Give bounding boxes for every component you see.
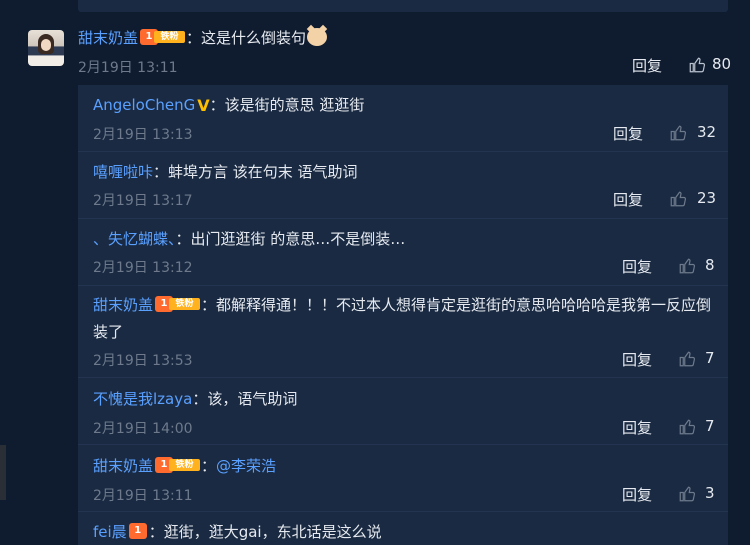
reply-time: 2月19日 13:13 [93, 127, 193, 143]
reply-username[interactable]: AngeloChenG [93, 96, 195, 114]
comment-line: 甜末奶盖 1 铁粉 ：这是什么倒装句 [78, 28, 328, 48]
reply-username[interactable]: 甜末奶盖 [93, 457, 153, 475]
like-count: 23 [697, 189, 717, 207]
reply-button[interactable]: 回复 [632, 55, 662, 76]
reply-line-continued: 装了 [93, 323, 124, 341]
like-count: 3 [705, 484, 715, 502]
like-count: 32 [697, 123, 717, 141]
reply-username[interactable]: 、失忆蝴蝶、 [93, 230, 176, 248]
reply-line: 甜末奶盖 1 铁粉 ：都解释得通！！！不过本人想得肯定是逛街的意思哈哈哈哈是我第一反应… [93, 296, 712, 314]
like-count: 7 [705, 417, 715, 435]
divider [78, 377, 728, 378]
cat-emoji-icon [307, 28, 328, 46]
left-edge-strip [0, 445, 6, 500]
reply-button[interactable]: 回复 [622, 256, 652, 277]
fan-badge[interactable]: 1 铁粉 [155, 296, 201, 312]
divider [78, 218, 728, 219]
reply-button[interactable]: 回复 [622, 349, 652, 370]
reply-time: 2月19日 13:53 [93, 353, 193, 369]
comment-text: ：这是什么倒装句 [186, 29, 307, 47]
verified-v-icon: V [197, 96, 210, 115]
previous-reply-box [78, 0, 728, 12]
like-icon[interactable] [678, 418, 696, 436]
reply-username[interactable]: 甜末奶盖 [93, 296, 153, 314]
comment-username[interactable]: 甜末奶盖 [78, 29, 138, 47]
divider [78, 151, 728, 152]
like-icon[interactable] [678, 485, 696, 503]
like-icon[interactable] [688, 56, 706, 74]
like-count: 8 [705, 256, 715, 274]
avatar[interactable] [28, 30, 64, 66]
reply-time: 2月19日 13:17 [93, 193, 193, 209]
reply-time: 2月19日 13:11 [93, 488, 193, 504]
mention-link[interactable]: @李荣浩 [216, 457, 276, 475]
reply-button[interactable]: 回复 [613, 189, 643, 210]
reply-username[interactable]: fei晨 [93, 523, 127, 541]
reply-username[interactable]: 不愧是我lzaya [93, 390, 192, 408]
reply-line: fei晨 1 ：逛街，逛大gai，东北话是这么说 [93, 523, 382, 541]
reply-button[interactable]: 回复 [622, 417, 652, 438]
reply-line: 、失忆蝴蝶、：出门逛逛街 的意思…不是倒装… [93, 230, 406, 248]
fan-badge[interactable]: 1 铁粉 [155, 457, 201, 473]
like-icon[interactable] [678, 350, 696, 368]
like-icon[interactable] [669, 124, 687, 142]
divider [78, 285, 728, 286]
reply-list: AngeloChenG V：该是街的意思 逛逛街 2月19日 13:13 回复 3… [78, 85, 728, 545]
divider [78, 444, 728, 445]
reply-button[interactable]: 回复 [622, 484, 652, 505]
reply-line: 甜末奶盖 1 铁粉 ：@李荣浩 [93, 457, 277, 475]
main-comment: 甜末奶盖 1 铁粉 ：这是什么倒装句 2月19日 13:11 回复 80 [0, 18, 750, 84]
like-icon[interactable] [669, 190, 687, 208]
like-count: 7 [705, 349, 715, 367]
reply-button[interactable]: 回复 [613, 123, 643, 144]
divider [78, 511, 728, 512]
reply-line: 嘻喱啦咔：蚌埠方言 该在句末 语气助词 [93, 163, 358, 181]
like-icon[interactable] [678, 257, 696, 275]
reply-line: AngeloChenG V：该是街的意思 逛逛街 [93, 96, 365, 115]
reply-line: 不愧是我lzaya：该，语气助词 [93, 390, 298, 408]
comment-time: 2月19日 13:11 [78, 60, 178, 76]
like-count: 80 [712, 55, 732, 73]
fan-badge[interactable]: 1 [128, 523, 149, 539]
reply-username[interactable]: 嘻喱啦咔 [93, 163, 153, 181]
reply-time: 2月19日 13:12 [93, 260, 193, 276]
fan-badge[interactable]: 1 铁粉 [140, 29, 186, 45]
reply-time: 2月19日 14:00 [93, 421, 193, 437]
